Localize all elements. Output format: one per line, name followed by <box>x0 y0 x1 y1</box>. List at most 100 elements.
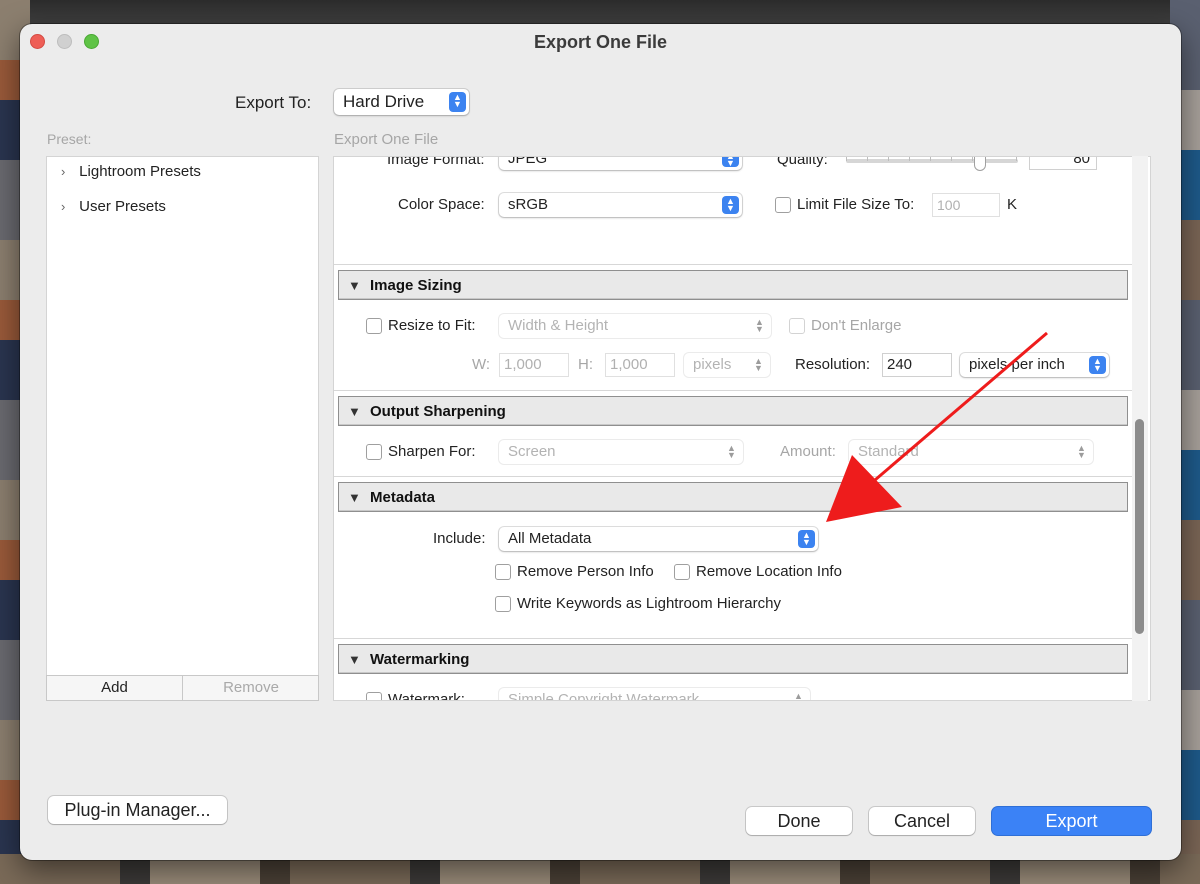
watermark-checkbox[interactable] <box>366 692 382 700</box>
popup-arrows-icon: ▲▼ <box>722 196 739 214</box>
window-title: Export One File <box>533 32 668 52</box>
image-format-value: JPEG <box>508 156 548 167</box>
export-to-label: Export To: <box>235 93 312 112</box>
slider-tick <box>909 157 910 161</box>
watermarking-header[interactable]: ▼ Watermarking <box>338 644 1128 674</box>
size-unit-select[interactable]: pixels ▲ ▼ <box>684 353 770 377</box>
chevron-right-icon: › <box>61 199 66 214</box>
resolution-unit-value: pixels per inch <box>969 356 1065 373</box>
quality-slider-thumb[interactable] <box>974 157 986 171</box>
include-label: Include: <box>433 530 486 547</box>
write-keywords-label: Write Keywords as Lightroom Hierarchy <box>517 595 781 612</box>
watermark-value: Simple Copyright Watermark <box>508 691 700 701</box>
resize-mode-select[interactable]: Width & Height ▲ ▼ <box>499 314 771 338</box>
dont-enlarge-label: Don't Enlarge <box>811 317 902 334</box>
remove-preset-button[interactable]: Remove <box>183 676 319 700</box>
export-dialog: Export One File Export To: Hard Drive ▲ ▼… <box>20 24 1181 860</box>
popup-arrows-icon: ▲▼ <box>754 356 763 373</box>
watermark-label: Watermark: <box>388 691 465 701</box>
color-space-value: sRGB <box>508 196 549 213</box>
resolution-unit-select[interactable]: pixels per inch ▲ ▼ <box>960 353 1109 377</box>
popup-arrows-icon: ▲▼ <box>755 317 764 334</box>
resize-to-fit-label: Resize to Fit: <box>388 317 476 334</box>
width-label: W: <box>472 356 491 373</box>
image-sizing-title: Image Sizing <box>370 277 462 294</box>
export-settings-pane[interactable]: Image Format: JPEG ▲ ▼ Quality: 80 Color … <box>333 156 1151 701</box>
section-divider <box>334 476 1134 477</box>
color-space-select[interactable]: sRGB ▲ ▼ <box>499 193 742 217</box>
popup-arrows-icon: ▲▼ <box>798 530 815 548</box>
section-divider <box>334 264 1134 265</box>
export-to-select[interactable]: Hard Drive ▲ ▼ <box>334 89 469 115</box>
popup-arrows-icon: ▲▼ <box>1077 443 1086 460</box>
dont-enlarge-checkbox[interactable] <box>789 318 805 334</box>
cancel-button[interactable]: Cancel <box>869 807 975 835</box>
sharpen-for-label: Sharpen For: <box>388 443 476 460</box>
preset-folder-label: Lightroom Presets <box>79 163 201 180</box>
remove-person-info-checkbox[interactable] <box>495 564 511 580</box>
export-button[interactable]: Export <box>992 807 1151 835</box>
add-preset-button[interactable]: Add <box>47 676 183 700</box>
settings-header: Export One File <box>334 131 439 148</box>
popup-arrows-icon: ▲▼ <box>1089 356 1106 374</box>
include-metadata-select[interactable]: All Metadata ▲ ▼ <box>499 527 818 551</box>
disclosure-triangle-icon: ▼ <box>348 652 361 667</box>
popup-arrows-icon: ▲▼ <box>794 691 803 701</box>
popup-arrows-icon: ▲▼ <box>722 157 739 168</box>
metadata-header[interactable]: ▼ Metadata <box>338 482 1128 512</box>
disclosure-triangle-icon: ▼ <box>348 404 361 419</box>
slider-tick <box>972 157 973 161</box>
plugin-manager-button[interactable]: Plug-in Manager... <box>48 796 227 824</box>
slider-tick <box>930 157 931 161</box>
width-field[interactable]: 1,000 <box>499 353 569 377</box>
image-format-select[interactable]: JPEG ▲ ▼ <box>499 156 742 170</box>
disclosure-triangle-icon: ▼ <box>348 490 361 505</box>
height-label: H: <box>578 356 593 373</box>
remove-location-info-checkbox[interactable] <box>674 564 690 580</box>
preset-folder-lightroom[interactable]: › Lightroom Presets <box>61 163 201 180</box>
popup-arrows-icon: ▲▼ <box>727 443 736 460</box>
resize-mode-value: Width & Height <box>508 317 609 334</box>
slider-tick <box>867 157 868 161</box>
metadata-title: Metadata <box>370 489 436 506</box>
limit-file-size-field[interactable]: 100 <box>932 193 1000 217</box>
popup-arrows-icon: ▲▼ <box>449 92 466 112</box>
image-sizing-header[interactable]: ▼ Image Sizing <box>338 270 1128 300</box>
slider-tick <box>846 157 847 161</box>
quality-label: Quality: <box>777 156 828 168</box>
titlebar: Export One File <box>20 24 1181 60</box>
done-button[interactable]: Done <box>746 807 852 835</box>
remove-person-info-label: Remove Person Info <box>517 563 654 580</box>
amount-select[interactable]: Standard ▲ ▼ <box>849 440 1093 464</box>
output-sharpening-header[interactable]: ▼ Output Sharpening <box>338 396 1128 426</box>
sharpen-for-checkbox[interactable] <box>366 444 382 460</box>
amount-value: Standard <box>858 443 919 460</box>
color-space-label: Color Space: <box>398 196 485 213</box>
write-keywords-checkbox[interactable] <box>495 596 511 612</box>
quality-slider[interactable] <box>846 159 1018 163</box>
resolution-label: Resolution: <box>795 356 871 373</box>
resolution-field[interactable]: 240 <box>882 353 952 377</box>
preset-button-bar: Add Remove <box>46 675 319 701</box>
preset-folder-label: User Presets <box>79 198 166 215</box>
quality-value-field[interactable]: 80 <box>1029 157 1097 170</box>
watermarking-title: Watermarking <box>370 651 470 668</box>
slider-tick <box>951 157 952 161</box>
disclosure-triangle-icon: ▼ <box>348 278 361 293</box>
section-divider <box>334 390 1134 391</box>
preset-header: Preset: <box>47 131 92 147</box>
sharpen-for-select[interactable]: Screen ▲ ▼ <box>499 440 743 464</box>
limit-file-size-checkbox[interactable] <box>775 197 791 213</box>
preset-folder-user[interactable]: › User Presets <box>61 198 166 215</box>
size-unit-value: pixels <box>693 356 732 373</box>
resize-to-fit-checkbox[interactable] <box>366 318 382 334</box>
export-to-value: Hard Drive <box>343 92 425 111</box>
limit-file-size-label: Limit File Size To: <box>797 196 915 213</box>
section-divider <box>334 638 1134 639</box>
output-sharpening-title: Output Sharpening <box>370 403 506 420</box>
watermark-select[interactable]: Simple Copyright Watermark ▲▼ <box>499 688 810 701</box>
height-field[interactable]: 1,000 <box>605 353 675 377</box>
slider-tick <box>1016 157 1017 161</box>
limit-file-size-unit: K <box>1007 196 1018 213</box>
settings-scroll-thumb[interactable] <box>1135 419 1144 634</box>
